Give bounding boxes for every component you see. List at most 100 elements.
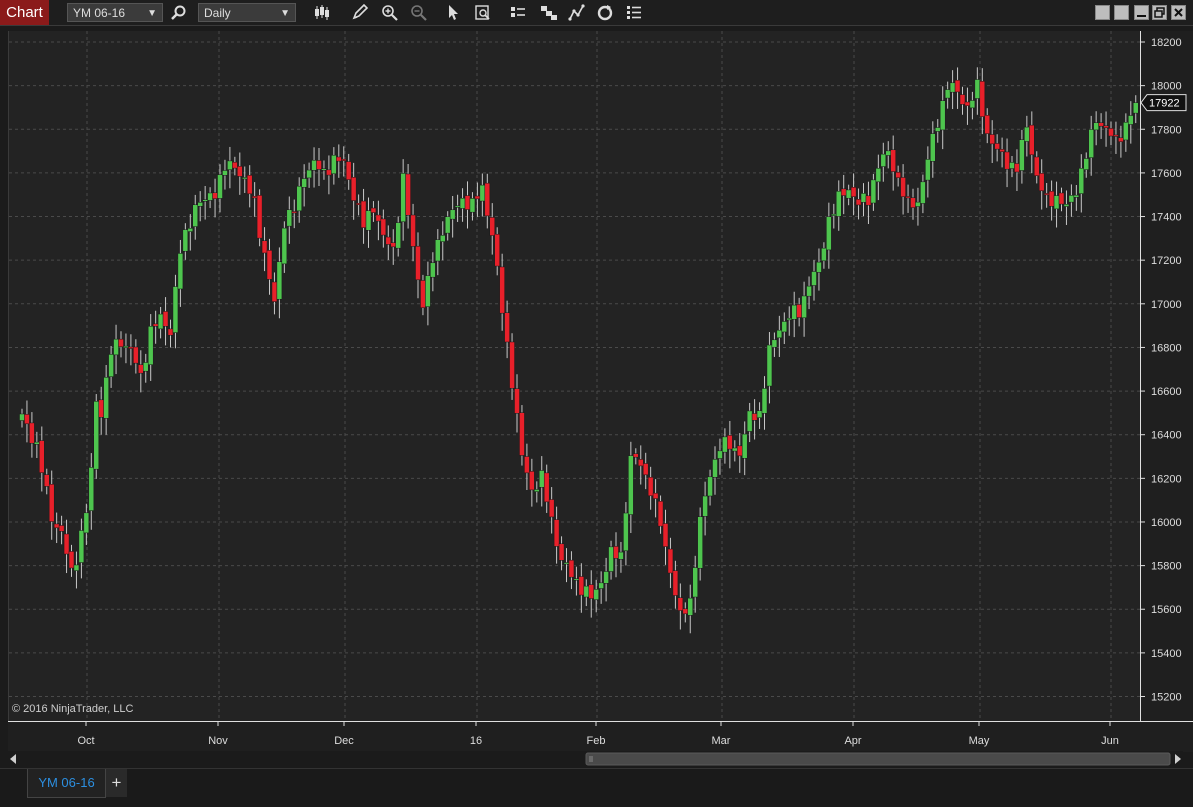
strategies-icon[interactable] <box>539 3 559 22</box>
candle-body <box>1029 124 1035 156</box>
indicators-icon[interactable] <box>567 3 587 22</box>
candle-body <box>162 311 169 327</box>
candle-body <box>771 339 778 348</box>
candle-body <box>548 499 555 518</box>
candle-body <box>766 344 773 387</box>
candle-body <box>925 159 931 181</box>
candlestick-chart[interactable] <box>9 31 1141 721</box>
time-tick-label: Oct <box>77 735 94 747</box>
candle-body <box>172 286 179 333</box>
candle-body <box>143 362 149 372</box>
horizontal-scrollbar[interactable] <box>8 751 1183 767</box>
candle-body <box>232 161 238 169</box>
candle-body <box>128 346 134 349</box>
candle-body <box>979 81 986 117</box>
candle-body <box>123 345 129 348</box>
price-tick-label: 16600 <box>1151 386 1182 398</box>
time-axis[interactable]: Oct Nov Dec 16 Feb Mar Apr May Jun <box>8 721 1193 752</box>
candle-body <box>514 388 520 414</box>
search-icon[interactable] <box>169 3 189 22</box>
candle-body <box>568 559 575 578</box>
candle-body <box>524 456 530 474</box>
candle-body <box>756 410 763 418</box>
candle-body <box>667 548 674 574</box>
candle-body <box>405 173 411 216</box>
scroll-thumb[interactable] <box>585 752 1171 766</box>
bar-type-icon[interactable] <box>312 3 332 22</box>
price-axis[interactable]: 15200 15400 15600 15800 16000 16200 16400 16600… <box>1140 31 1193 721</box>
scroll-left-arrow-icon[interactable] <box>10 754 16 764</box>
candle-body <box>816 261 822 273</box>
candle-body <box>1058 192 1065 205</box>
restore-button[interactable] <box>1152 5 1167 20</box>
zoom-out-icon[interactable] <box>409 3 429 22</box>
candle-body <box>935 127 941 132</box>
window-option-button[interactable] <box>1114 5 1129 20</box>
scroll-right-arrow-icon[interactable] <box>1175 754 1181 764</box>
last-price-label: 17922 <box>1149 98 1180 110</box>
candle-body <box>430 262 436 278</box>
scroll-track[interactable] <box>18 754 583 764</box>
candle-body <box>791 304 797 320</box>
chart-trader-icon[interactable] <box>508 3 528 22</box>
candle-body <box>1103 125 1109 128</box>
candle-body <box>900 177 906 197</box>
zoom-in-icon[interactable] <box>380 3 400 22</box>
candle-body <box>741 433 748 459</box>
candle-body <box>638 459 644 467</box>
close-button[interactable] <box>1171 5 1186 20</box>
interval-selector[interactable]: Daily ▼ <box>198 3 296 22</box>
instrument-selector[interactable]: YM 06-16 ▼ <box>67 3 163 22</box>
properties-icon[interactable] <box>624 3 644 22</box>
candle-body <box>400 173 406 223</box>
candle-body <box>662 523 669 547</box>
candle-body <box>24 414 30 425</box>
candle-body <box>969 100 976 109</box>
candle-body <box>761 388 768 414</box>
candle-body <box>454 205 461 208</box>
tab-ym-06-16[interactable]: YM 06-16 <box>27 769 106 798</box>
reload-icon[interactable] <box>595 3 615 22</box>
window-option-button[interactable] <box>1095 5 1110 20</box>
candle-body <box>613 546 619 559</box>
candle-body <box>222 170 228 176</box>
candle-body <box>39 440 45 473</box>
data-box-icon[interactable] <box>473 3 493 22</box>
chart-tab-bar: YM 06-16 + <box>0 768 1193 807</box>
price-chart-panel[interactable] <box>8 31 1141 721</box>
time-tick-label: 16 <box>470 735 482 747</box>
add-tab-button[interactable]: + <box>106 769 127 797</box>
candle-body <box>34 441 40 445</box>
pointer-icon[interactable] <box>443 3 463 22</box>
candle-body <box>281 227 288 265</box>
candle-body <box>341 158 347 161</box>
restore-icon <box>1154 7 1165 18</box>
candle-body <box>48 483 55 522</box>
candle-body <box>628 455 634 515</box>
pencil-draw-icon[interactable] <box>350 3 370 22</box>
candle-body <box>845 189 852 199</box>
price-tick-label: 15600 <box>1151 604 1182 616</box>
minimize-button[interactable] <box>1134 5 1149 20</box>
candle-body <box>1014 163 1020 173</box>
time-tick-label: Dec <box>334 735 354 747</box>
candle-body <box>98 399 104 418</box>
price-tick-label: 18200 <box>1151 37 1182 49</box>
candle-body <box>474 195 481 200</box>
candle-body <box>806 285 812 297</box>
minimize-icon <box>1137 15 1146 17</box>
chevron-down-icon: ▼ <box>280 8 290 19</box>
candle-body <box>1038 173 1045 192</box>
candle-body <box>207 192 213 201</box>
candle-body <box>197 202 203 207</box>
candle-body <box>192 204 198 227</box>
candle-body <box>1009 162 1015 169</box>
candle-body <box>425 275 431 307</box>
price-tick-label: 16400 <box>1151 430 1182 442</box>
candle-body <box>108 354 114 377</box>
interval-value: Daily <box>204 6 231 20</box>
instrument-value: YM 06-16 <box>73 6 126 20</box>
candle-body <box>345 161 352 180</box>
candle-body <box>83 512 90 534</box>
time-tick-label: May <box>969 735 990 747</box>
